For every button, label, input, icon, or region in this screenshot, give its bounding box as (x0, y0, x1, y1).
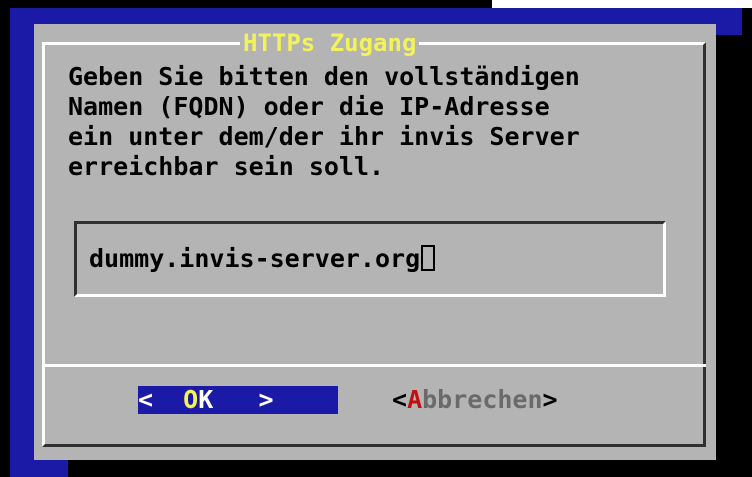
cancel-button-label-rest: bbrechen (422, 385, 543, 414)
cancel-button-right-bracket: > (542, 385, 558, 414)
hostname-input[interactable]: dummy.invis-server.org (74, 221, 666, 297)
ok-button-spacer (213, 385, 258, 414)
dialog-title: HTTPs Zugang (240, 30, 420, 56)
message-line: Geben Sie bitten den vollständigen (68, 62, 580, 91)
top-strip-light (492, 0, 752, 8)
dialog-box: HTTPs Zugang Geben Sie bitten den vollst… (34, 24, 716, 460)
message-line: ein unter dem/der ihr invis Server (68, 122, 580, 151)
message-line: Namen (FQDN) oder die IP-Adresse (68, 92, 550, 121)
ok-button-left-bracket: < (138, 385, 154, 414)
dialog-shadow-right (716, 35, 742, 477)
hostname-input-text[interactable]: dummy.invis-server.org (89, 244, 436, 274)
ok-button[interactable]: < OK > (138, 386, 338, 414)
hostname-value[interactable]: dummy.invis-server.org (89, 244, 420, 273)
top-strip-dark (0, 0, 492, 8)
message-line: erreichbar sein soll. (68, 152, 385, 181)
dialog-shadow-bottom (68, 460, 742, 477)
terminal-screen: HTTPs Zugang Geben Sie bitten den vollst… (0, 0, 752, 477)
cancel-button-left-bracket: < (392, 385, 408, 414)
ok-button-hotkey: O (183, 385, 199, 414)
button-separator (42, 364, 706, 367)
ok-button-right-bracket: > (258, 385, 274, 414)
text-cursor (421, 245, 436, 271)
dialog-message: Geben Sie bitten den vollständigen Namen… (68, 62, 688, 182)
cancel-button[interactable]: <Abbrechen> (392, 386, 558, 414)
ok-button-spacer (153, 385, 183, 414)
ok-button-label-rest: K (198, 385, 214, 414)
cancel-button-hotkey: A (407, 385, 423, 414)
